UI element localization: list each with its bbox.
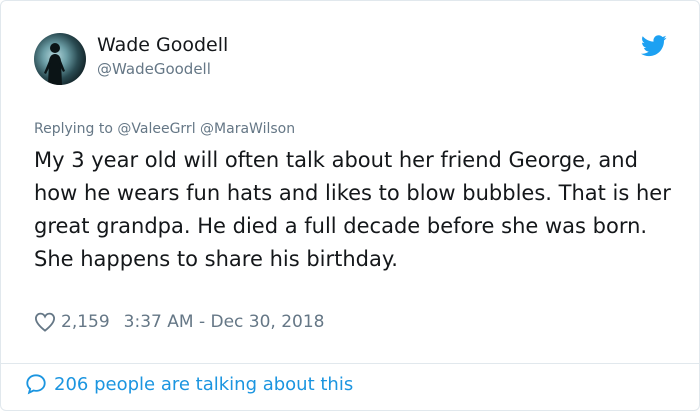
author-name[interactable]: Wade Goodell [97, 34, 228, 56]
speech-bubble-icon [26, 374, 46, 395]
tweet-text: My 3 year old will often talk about her … [34, 148, 671, 271]
mention-link[interactable]: @MaraWilson [200, 121, 295, 137]
twitter-bird-icon[interactable] [641, 35, 667, 57]
heart-icon[interactable] [34, 312, 56, 332]
avatar-silhouette-icon [44, 43, 65, 85]
mention-link[interactable]: @ValeeGrrl [117, 121, 195, 137]
timestamp[interactable]: 3:37 AM - Dec 30, 2018 [124, 312, 325, 332]
author-handle[interactable]: @WadeGoodell [97, 60, 211, 78]
replying-to: Replying to @ValeeGrrl @MaraWilson [34, 121, 295, 137]
avatar[interactable] [34, 33, 86, 85]
like-count[interactable]: 2,159 [61, 312, 110, 332]
conversation-link[interactable]: 206 people are talking about this [25, 373, 353, 395]
divider [1, 363, 699, 364]
tweet-meta: 2,159 3:37 AM - Dec 30, 2018 [34, 312, 325, 332]
replying-prefix: Replying to [34, 121, 113, 137]
tweet-card: Wade Goodell @WadeGoodell Replying to @V… [0, 0, 700, 411]
conversation-label[interactable]: 206 people are talking about this [54, 374, 353, 395]
